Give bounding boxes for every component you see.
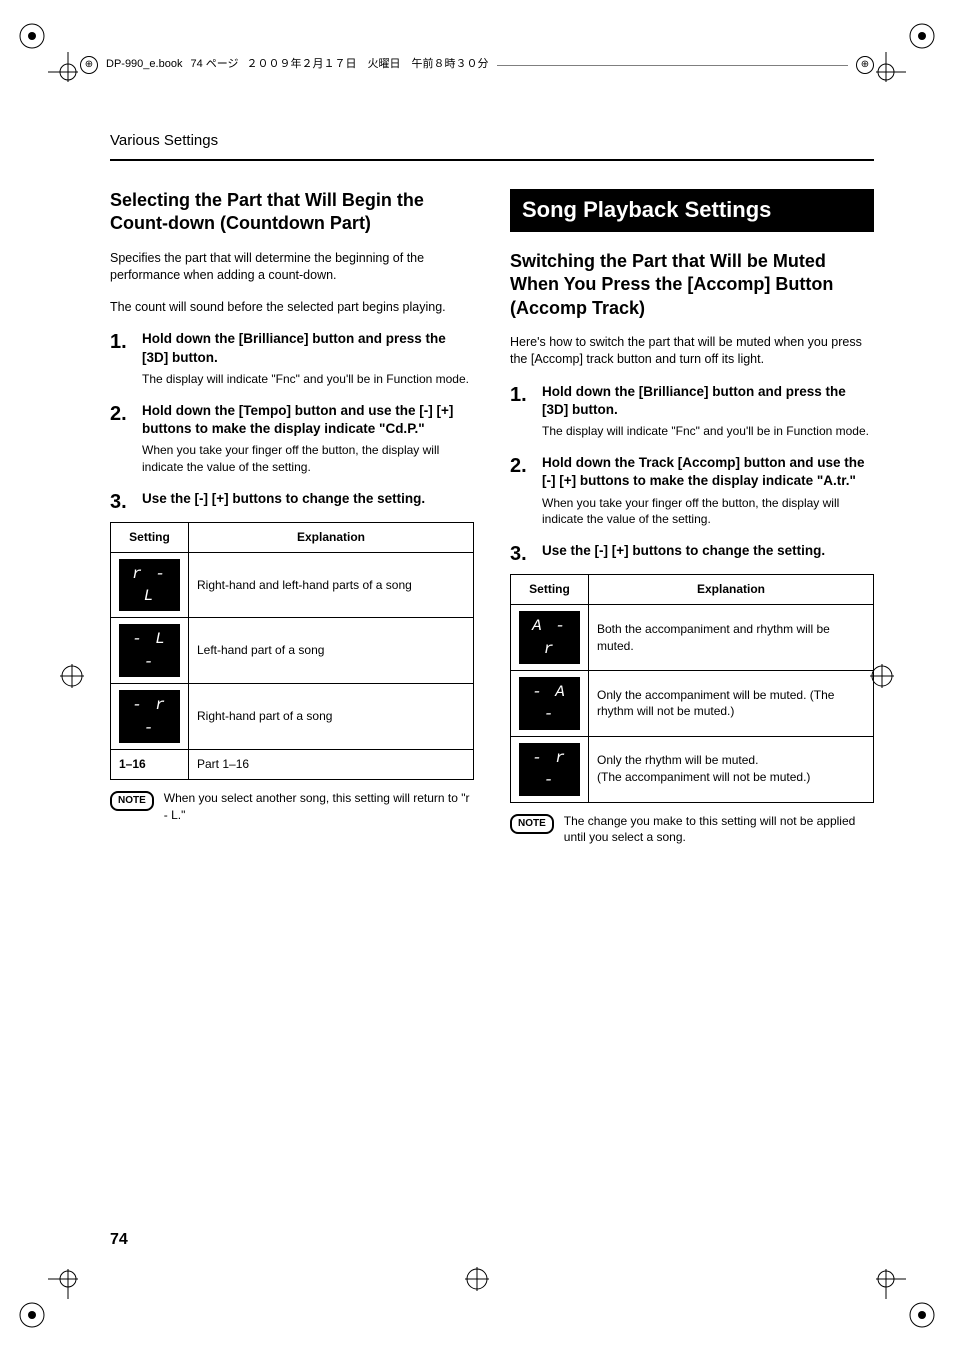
header-file: DP-990_e.book bbox=[106, 57, 182, 72]
section-banner-playback: Song Playback Settings bbox=[510, 189, 874, 232]
crop-mark-icon bbox=[876, 22, 936, 82]
note-text: The change you make to this setting will… bbox=[564, 813, 874, 847]
step-heading: Hold down the [Brilliance] button and pr… bbox=[542, 383, 874, 419]
crop-mark-icon bbox=[18, 22, 78, 82]
table-row: - r - Only the rhythm will be muted. (Th… bbox=[511, 736, 874, 802]
note: NOTE When you select another song, this … bbox=[110, 790, 474, 824]
table-header: Setting bbox=[111, 522, 189, 552]
header-meta: ⊕ DP-990_e.book 74 ページ ２００９年２月１７日 火曜日 午前… bbox=[80, 56, 874, 74]
section-title-accomp: Switching the Part that Will be Muted Wh… bbox=[510, 250, 874, 320]
table-row: r - L Right-hand and left-hand parts of … bbox=[111, 552, 474, 618]
step-heading: Use the [-] [+] buttons to change the se… bbox=[142, 490, 474, 508]
settings-table-countdown: Setting Explanation r - L Right-hand and… bbox=[110, 522, 474, 780]
table-row: - L - Left-hand part of a song bbox=[111, 618, 474, 684]
step-body: The display will indicate "Fnc" and you'… bbox=[542, 423, 874, 440]
crop-mark-icon bbox=[876, 1269, 936, 1329]
step-heading: Hold down the [Brilliance] button and pr… bbox=[142, 330, 474, 366]
table-cell: 1–16 bbox=[111, 749, 189, 779]
table-cell: Left-hand part of a song bbox=[189, 618, 474, 684]
table-cell: Only the accompaniment will be muted. (T… bbox=[589, 671, 874, 737]
note-badge: NOTE bbox=[110, 791, 154, 811]
step-body: When you take your finger off the button… bbox=[142, 442, 474, 476]
display-value: A - r bbox=[519, 611, 580, 664]
display-value: r - L bbox=[119, 559, 180, 612]
header-page: 74 ページ bbox=[190, 57, 238, 72]
step: Hold down the [Brilliance] button and pr… bbox=[110, 330, 474, 387]
table-cell: Both the accompaniment and rhythm will b… bbox=[589, 605, 874, 671]
table-cell: Right-hand and left-hand parts of a song bbox=[189, 552, 474, 618]
table-cell: Part 1–16 bbox=[189, 749, 474, 779]
running-head: Various Settings bbox=[110, 130, 874, 151]
header-date: ２００９年２月１７日 火曜日 午前８時３０分 bbox=[247, 57, 489, 72]
table-row: A - r Both the accompaniment and rhythm … bbox=[511, 605, 874, 671]
step-heading: Hold down the Track [Accomp] button and … bbox=[542, 454, 874, 490]
right-column: Song Playback Settings Switching the Par… bbox=[510, 189, 874, 846]
section-title-countdown: Selecting the Part that Will Begin the C… bbox=[110, 189, 474, 236]
display-value: - r - bbox=[519, 743, 580, 796]
step: Use the [-] [+] buttons to change the se… bbox=[510, 542, 874, 560]
book-icon: ⊕ bbox=[80, 56, 98, 74]
target-icon: ⊕ bbox=[856, 56, 874, 74]
table-header: Setting bbox=[511, 575, 589, 605]
steps-list: Hold down the [Brilliance] button and pr… bbox=[110, 330, 474, 507]
table-cell: Right-hand part of a song bbox=[189, 684, 474, 750]
left-column: Selecting the Part that Will Begin the C… bbox=[110, 189, 474, 846]
settings-table-accomp: Setting Explanation A - r Both the accom… bbox=[510, 574, 874, 802]
paragraph: Here's how to switch the part that will … bbox=[510, 334, 874, 369]
step: Use the [-] [+] buttons to change the se… bbox=[110, 490, 474, 508]
crop-mark-icon bbox=[18, 1269, 78, 1329]
paragraph: The count will sound before the selected… bbox=[110, 299, 474, 317]
table-row: 1–16 Part 1–16 bbox=[111, 749, 474, 779]
step-heading: Hold down the [Tempo] button and use the… bbox=[142, 402, 474, 438]
table-header: Explanation bbox=[589, 575, 874, 605]
note: NOTE The change you make to this setting… bbox=[510, 813, 874, 847]
table-row: - A - Only the accompaniment will be mut… bbox=[511, 671, 874, 737]
step-body: When you take your finger off the button… bbox=[542, 495, 874, 529]
note-badge: NOTE bbox=[510, 814, 554, 834]
step: Hold down the Track [Accomp] button and … bbox=[510, 454, 874, 528]
display-value: - L - bbox=[119, 624, 180, 677]
table-row: - r - Right-hand part of a song bbox=[111, 684, 474, 750]
step-heading: Use the [-] [+] buttons to change the se… bbox=[542, 542, 874, 560]
divider bbox=[110, 159, 874, 161]
crop-mark-icon bbox=[60, 664, 84, 688]
crop-mark-icon bbox=[465, 1267, 489, 1291]
steps-list: Hold down the [Brilliance] button and pr… bbox=[510, 383, 874, 560]
paragraph: Specifies the part that will determine t… bbox=[110, 250, 474, 285]
table-cell: Only the rhythm will be muted. (The acco… bbox=[589, 736, 874, 802]
display-value: - A - bbox=[519, 677, 580, 730]
table-header: Explanation bbox=[189, 522, 474, 552]
step: Hold down the [Brilliance] button and pr… bbox=[510, 383, 874, 440]
step: Hold down the [Tempo] button and use the… bbox=[110, 402, 474, 476]
note-text: When you select another song, this setti… bbox=[164, 790, 474, 824]
display-value: - r - bbox=[119, 690, 180, 743]
page-number: 74 bbox=[110, 1229, 128, 1251]
step-body: The display will indicate "Fnc" and you'… bbox=[142, 371, 474, 388]
